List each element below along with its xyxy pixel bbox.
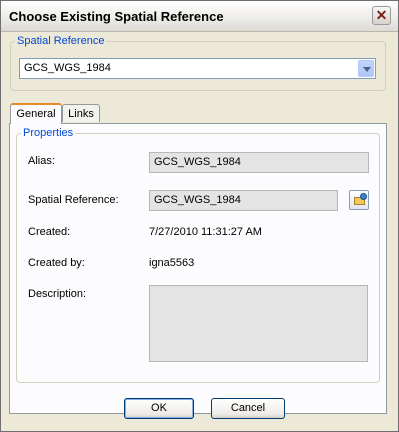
description-label: Description:: [28, 288, 87, 300]
properties-legend: Properties: [23, 127, 74, 139]
globe-icon: [360, 193, 367, 200]
chevron-down-icon[interactable]: [358, 60, 374, 77]
ok-button[interactable]: OK: [124, 398, 194, 419]
spatial-reference-label: Spatial Reference:: [28, 194, 119, 206]
alias-value: GCS_WGS_1984: [154, 156, 241, 168]
spatial-reference-value: GCS_WGS_1984: [154, 194, 241, 206]
alias-label: Alias:: [28, 155, 55, 167]
dialog-body: Spatial Reference GCS_WGS_1984 General L…: [1, 32, 398, 431]
tab-general[interactable]: General: [10, 103, 62, 124]
alias-field[interactable]: GCS_WGS_1984: [149, 152, 369, 173]
window-title: Choose Existing Spatial Reference: [9, 9, 224, 24]
title-bar: Choose Existing Spatial Reference ✕: [1, 1, 398, 32]
tab-links-label: Links: [68, 108, 94, 120]
close-icon: ✕: [375, 7, 388, 23]
created-value: 7/27/2010 11:31:27 AM: [149, 226, 262, 238]
created-by-value: igna5563: [149, 257, 195, 269]
spatial-reference-properties-button[interactable]: [349, 190, 369, 210]
spatial-reference-legend: Spatial Reference: [17, 35, 105, 47]
general-tab-panel: Properties Alias: GCS_WGS_1984 Spatial R…: [9, 123, 387, 414]
dialog-window: Choose Existing Spatial Reference ✕ Spat…: [0, 0, 399, 432]
description-field[interactable]: [149, 285, 368, 362]
close-button[interactable]: ✕: [372, 6, 391, 25]
tab-general-label: General: [16, 108, 56, 120]
spatial-reference-selected: GCS_WGS_1984: [24, 62, 111, 74]
tab-links[interactable]: Links: [62, 104, 100, 122]
spatial-reference-field[interactable]: GCS_WGS_1984: [149, 190, 338, 211]
created-label: Created:: [28, 226, 71, 238]
created-by-label: Created by:: [28, 257, 85, 269]
spatial-reference-dropdown[interactable]: GCS_WGS_1984: [19, 58, 376, 79]
cancel-button[interactable]: Cancel: [211, 398, 285, 419]
